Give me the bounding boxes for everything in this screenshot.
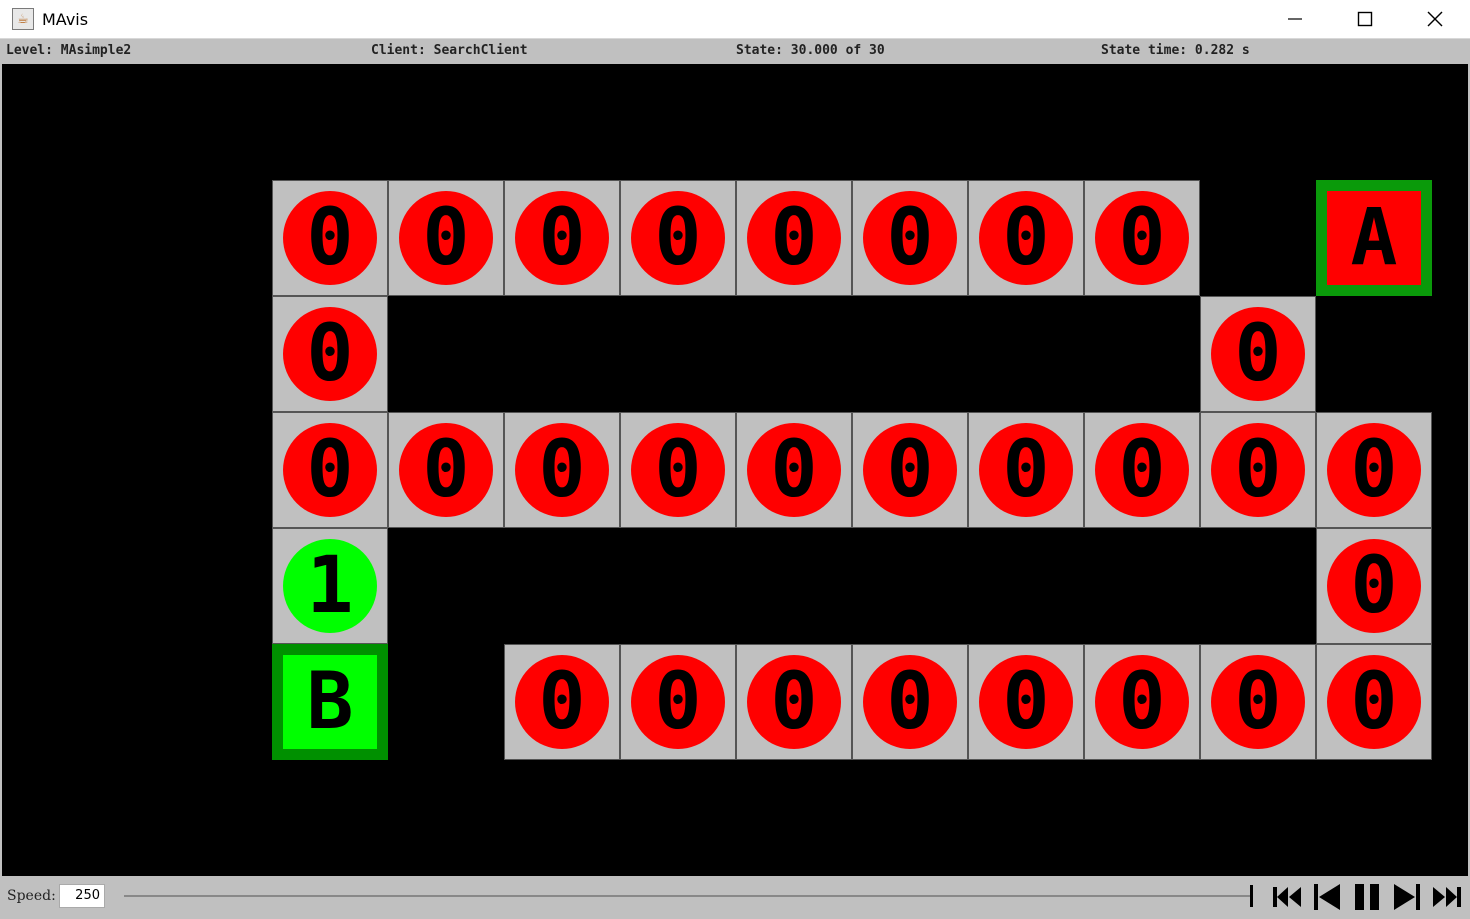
state-time: State time: 0.282 s	[1101, 43, 1250, 58]
window-controls	[1260, 0, 1470, 38]
agent-0: 0	[747, 655, 841, 749]
agent-0: 0	[1095, 423, 1189, 517]
level-board: 00000000A00000000000010B00000000	[2, 64, 1468, 876]
box-b: B	[272, 644, 388, 760]
agent-0: 0	[515, 655, 609, 749]
playback-bar: Speed: 250	[0, 876, 1470, 919]
agent-0: 0	[1211, 655, 1305, 749]
agent-0: 0	[979, 423, 1073, 517]
level-name: Level: MAsimple2	[6, 43, 132, 58]
client-name: Client: SearchClient	[371, 43, 528, 58]
maximize-button[interactable]	[1330, 0, 1400, 38]
agent-0: 0	[631, 655, 725, 749]
java-coffee-icon: ☕	[12, 8, 34, 30]
step-back-icon	[1314, 884, 1340, 910]
timeline-slider-thumb[interactable]	[1250, 885, 1253, 907]
agent-0: 0	[515, 191, 609, 285]
step-forward-icon	[1394, 884, 1420, 910]
agent-0: 0	[1327, 423, 1421, 517]
timeline-slider-track[interactable]	[124, 895, 1250, 897]
pause-button[interactable]	[1350, 882, 1384, 912]
agent-0: 0	[399, 191, 493, 285]
agent-0: 0	[283, 423, 377, 517]
agent-0: 0	[1327, 655, 1421, 749]
minimize-icon	[1288, 18, 1302, 20]
close-button[interactable]	[1400, 0, 1470, 38]
agent-0: 0	[863, 655, 957, 749]
step-back-button[interactable]	[1310, 882, 1344, 912]
skip-to-end-button[interactable]	[1430, 882, 1464, 912]
agent-0: 0	[863, 191, 957, 285]
speed-input[interactable]: 250	[59, 884, 105, 908]
agent-0: 0	[283, 191, 377, 285]
agent-0: 0	[1211, 307, 1305, 401]
agent-0: 0	[1095, 191, 1189, 285]
agent-0: 0	[979, 655, 1073, 749]
agent-0: 0	[631, 423, 725, 517]
agent-0: 0	[283, 307, 377, 401]
status-bar: Level: MAsimple2 Client: SearchClient St…	[0, 38, 1470, 64]
agent-0: 0	[1327, 539, 1421, 633]
window-title: MAvis	[42, 9, 89, 29]
agent-0: 0	[1211, 423, 1305, 517]
skip-to-start-icon	[1273, 887, 1301, 907]
pause-icon	[1355, 884, 1379, 910]
close-icon	[1427, 11, 1443, 27]
agent-0: 0	[747, 191, 841, 285]
agent-0: 0	[747, 423, 841, 517]
maximize-icon	[1357, 11, 1373, 27]
skip-to-end-icon	[1433, 887, 1461, 907]
window-titlebar: ☕ MAvis	[0, 0, 1470, 38]
agent-0: 0	[863, 423, 957, 517]
skip-to-start-button[interactable]	[1270, 882, 1304, 912]
agent-0: 0	[1095, 655, 1189, 749]
agent-0: 0	[515, 423, 609, 517]
box-label: B	[283, 655, 377, 749]
agent-1: 1	[283, 539, 377, 633]
agent-0: 0	[399, 423, 493, 517]
speed-label: Speed:	[7, 888, 56, 904]
box-a: A	[1316, 180, 1432, 296]
step-forward-button[interactable]	[1390, 882, 1424, 912]
minimize-button[interactable]	[1260, 0, 1330, 38]
state-counter: State: 30.000 of 30	[736, 43, 885, 58]
agent-0: 0	[631, 191, 725, 285]
box-label: A	[1327, 191, 1421, 285]
agent-0: 0	[979, 191, 1073, 285]
